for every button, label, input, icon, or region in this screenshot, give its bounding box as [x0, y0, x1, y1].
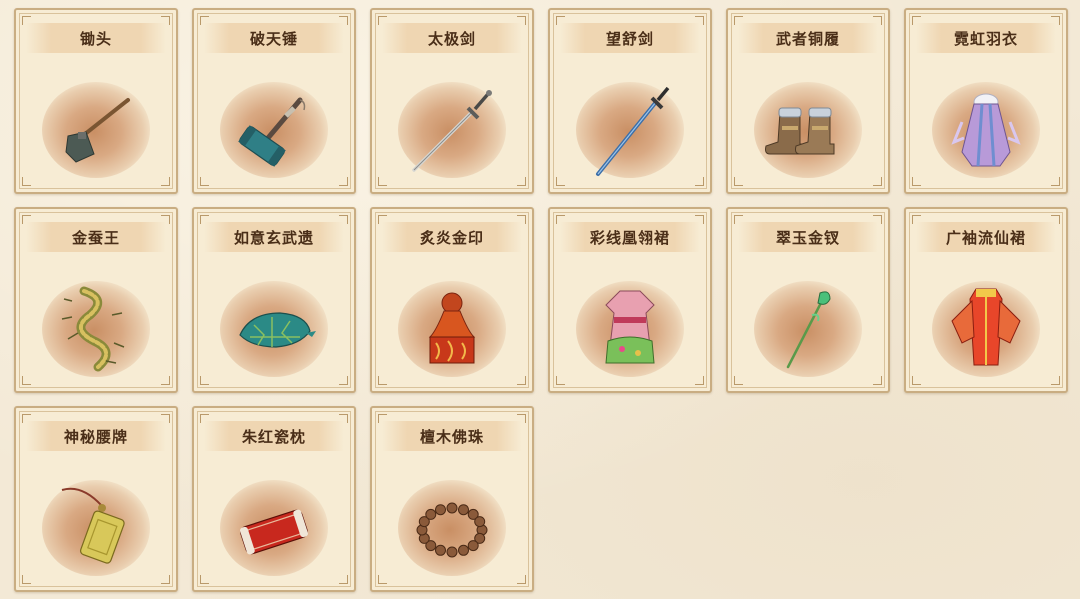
item-grid: 锄头 破天锤 太极剑 望舒剑 武者铜履 霓虹羽衣 金蚕王 如意玄武遗 炙炎金印 … — [14, 8, 1068, 592]
item-title-band: 金蚕王 — [26, 222, 166, 252]
item-card-golden-silkworm-king[interactable]: 金蚕王 — [14, 207, 178, 393]
item-card-wangshu-sword[interactable]: 望舒剑 — [548, 8, 712, 194]
item-name: 檀木佛珠 — [419, 427, 484, 446]
item-name: 霓虹羽衣 — [953, 29, 1018, 48]
feather-robe-icon — [932, 82, 1040, 178]
item-name: 锄头 — [79, 29, 112, 48]
item-title-band: 广袖流仙裙 — [916, 222, 1056, 252]
item-card-wide-sleeve-immortal-skirt[interactable]: 广袖流仙裙 — [904, 207, 1068, 393]
item-card-bronze-boots[interactable]: 武者铜履 — [726, 8, 890, 194]
tortoise-shell-icon — [220, 281, 328, 377]
item-title-band: 炙炎金印 — [382, 222, 522, 252]
item-title-band: 武者铜履 — [738, 23, 878, 53]
item-card-mysterious-waist-token[interactable]: 神秘腰牌 — [14, 406, 178, 592]
item-card-hoe[interactable]: 锄头 — [14, 8, 178, 194]
item-card-blazing-golden-seal[interactable]: 炙炎金印 — [370, 207, 534, 393]
item-title-band: 霓虹羽衣 — [916, 23, 1056, 53]
item-title-band: 太极剑 — [382, 23, 522, 53]
immortal-dress-icon — [932, 281, 1040, 377]
item-card-neon-feather-robe[interactable]: 霓虹羽衣 — [904, 8, 1068, 194]
item-name: 太极剑 — [427, 29, 476, 48]
item-name: 望舒剑 — [605, 29, 654, 48]
golden-silkworm-icon — [42, 281, 150, 377]
item-name: 武者铜履 — [775, 29, 840, 48]
item-card-taiji-sword[interactable]: 太极剑 — [370, 8, 534, 194]
item-title-band: 彩线凰翎裙 — [560, 222, 700, 252]
item-name: 彩线凰翎裙 — [589, 228, 670, 247]
item-card-vermilion-porcelain-pillow[interactable]: 朱红瓷枕 — [192, 406, 356, 592]
item-name: 如意玄武遗 — [233, 228, 314, 247]
item-title-band: 翠玉金钗 — [738, 222, 878, 252]
item-title-band: 锄头 — [26, 23, 166, 53]
sword-icon — [398, 82, 506, 178]
item-card-jade-gold-hairpin[interactable]: 翠玉金钗 — [726, 207, 890, 393]
item-title-band: 破天锤 — [204, 23, 344, 53]
item-title-band: 檀木佛珠 — [382, 421, 522, 451]
blue-sword-icon — [576, 82, 684, 178]
item-name: 炙炎金印 — [419, 228, 484, 247]
item-name: 金蚕王 — [71, 228, 120, 247]
waist-token-icon — [42, 480, 150, 576]
item-name: 破天锤 — [249, 29, 298, 48]
item-title-band: 神秘腰牌 — [26, 421, 166, 451]
hammer-icon — [220, 82, 328, 178]
item-name: 神秘腰牌 — [63, 427, 128, 446]
hoe-icon — [42, 82, 150, 178]
item-name: 翠玉金钗 — [775, 228, 840, 247]
item-name: 朱红瓷枕 — [241, 427, 306, 446]
porcelain-pillow-icon — [220, 480, 328, 576]
item-card-phoenix-feather-skirt[interactable]: 彩线凰翎裙 — [548, 207, 712, 393]
jade-hairpin-icon — [754, 281, 862, 377]
item-title-band: 望舒剑 — [560, 23, 700, 53]
boots-icon — [754, 82, 862, 178]
item-card-hammer[interactable]: 破天锤 — [192, 8, 356, 194]
phoenix-dress-icon — [576, 281, 684, 377]
item-title-band: 朱红瓷枕 — [204, 421, 344, 451]
item-name: 广袖流仙裙 — [945, 228, 1026, 247]
item-title-band: 如意玄武遗 — [204, 222, 344, 252]
fire-seal-icon — [398, 281, 506, 377]
item-card-ruyi-xuanwu-relic[interactable]: 如意玄武遗 — [192, 207, 356, 393]
prayer-beads-icon — [398, 480, 506, 576]
item-card-sandalwood-prayer-beads[interactable]: 檀木佛珠 — [370, 406, 534, 592]
